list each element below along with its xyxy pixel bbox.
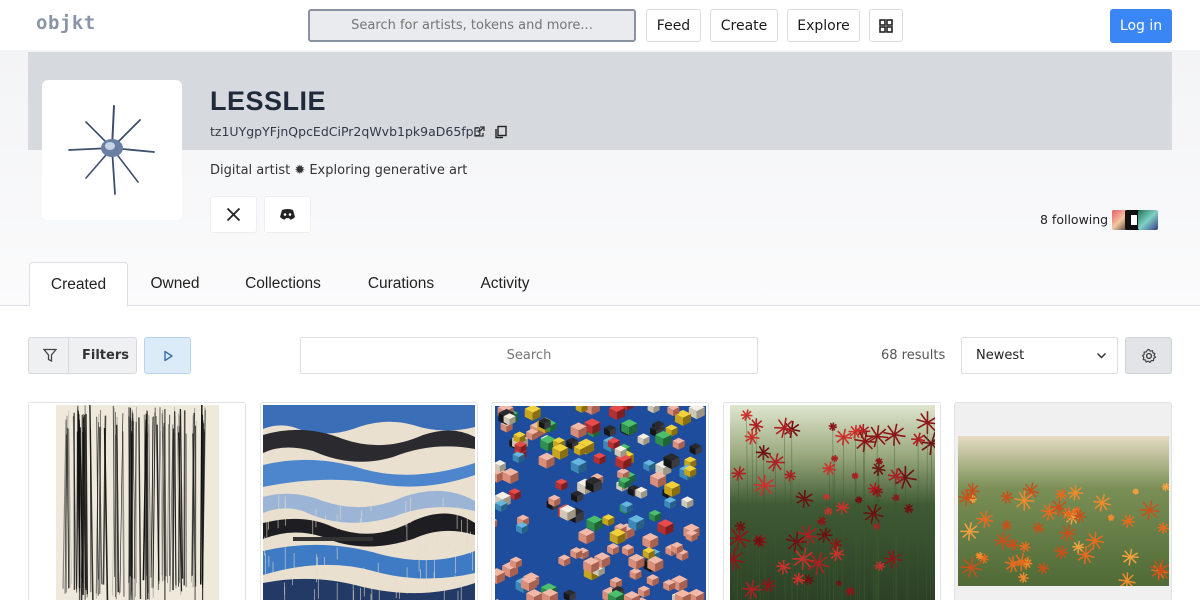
wallet-address: tz1UYgpYFjnQpcEdCiPr2qWvb1pk9aD65fp3	[210, 124, 482, 139]
filters-separator	[68, 338, 69, 373]
create-button[interactable]: Create	[710, 9, 778, 42]
external-link-icon[interactable]	[472, 125, 486, 139]
sort-selected-value: Newest	[976, 348, 1025, 363]
grid-icon	[879, 18, 893, 33]
token-card[interactable]	[28, 402, 246, 600]
following-avatar[interactable]	[1138, 210, 1158, 230]
profile-banner	[28, 52, 1172, 150]
token-card[interactable]	[260, 402, 478, 600]
display-settings-button[interactable]	[1125, 337, 1172, 374]
login-button[interactable]: Log in	[1110, 9, 1172, 43]
profile-name: LESSLIE	[210, 86, 327, 116]
token-artwork	[263, 405, 475, 600]
token-artwork	[730, 405, 935, 600]
token-card[interactable]	[954, 402, 1172, 600]
profile-avatar	[42, 80, 182, 220]
tab-activity[interactable]: Activity	[468, 262, 542, 306]
gear-icon	[1141, 348, 1156, 363]
x-twitter-icon	[226, 207, 241, 222]
tab-owned[interactable]: Owned	[138, 262, 212, 306]
tab-collections[interactable]: Collections	[232, 262, 334, 306]
objkt-logo[interactable]: objkt	[36, 12, 96, 34]
avatar-artwork	[68, 105, 155, 195]
discord-link-button[interactable]	[264, 196, 311, 233]
filters-label: Filters	[82, 348, 129, 363]
tokens-search-input[interactable]	[300, 337, 758, 374]
twitter-link-button[interactable]	[210, 196, 257, 233]
apps-menu-button[interactable]	[869, 9, 903, 42]
chevron-down-icon	[1096, 352, 1107, 359]
explore-button[interactable]: Explore	[787, 9, 860, 42]
token-artwork	[56, 405, 219, 600]
sort-select[interactable]: Newest	[961, 337, 1118, 374]
profile-bio: Digital artist ✹ Exploring generative ar…	[210, 163, 468, 178]
filter-icon	[43, 348, 57, 363]
filters-button[interactable]: Filters	[28, 337, 137, 374]
copy-icon[interactable]	[494, 125, 508, 139]
following-count[interactable]: 8 following	[1040, 212, 1108, 227]
global-search-input[interactable]	[308, 9, 636, 42]
discord-icon	[280, 209, 295, 220]
tab-curations[interactable]: Curations	[356, 262, 446, 306]
feed-button[interactable]: Feed	[646, 9, 701, 42]
token-card[interactable]	[491, 402, 709, 600]
token-card[interactable]	[723, 402, 941, 600]
token-artwork	[958, 436, 1169, 586]
play-slideshow-button[interactable]	[144, 337, 191, 374]
play-icon	[163, 350, 173, 361]
results-count: 68 results	[881, 348, 946, 363]
tab-created[interactable]: Created	[29, 262, 128, 307]
top-navbar: objkt Feed Create Explore Log in	[0, 0, 1200, 50]
token-artwork	[495, 406, 706, 600]
